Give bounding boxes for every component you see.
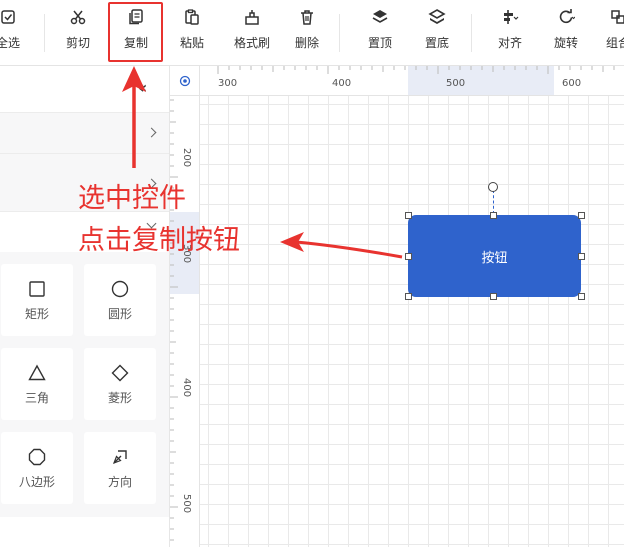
format-brush-icon	[241, 6, 263, 28]
resize-handle[interactable]	[405, 212, 412, 219]
shape-direction[interactable]: 方向	[84, 432, 156, 504]
resize-handle[interactable]	[578, 212, 585, 219]
ruler-corner[interactable]	[170, 66, 200, 96]
group-button[interactable]: 组合	[598, 6, 624, 58]
toolbar-divider	[471, 14, 472, 52]
resize-handle[interactable]	[578, 293, 585, 300]
select-all-button[interactable]: 全选	[0, 6, 28, 58]
ruler-label: 200	[181, 148, 192, 168]
shape-library: 矩形 圆形 三角 菱形 八边形 方向	[0, 252, 169, 517]
send-to-back-label: 置底	[424, 36, 449, 50]
group-label: 组合	[605, 36, 624, 50]
toolbar-divider	[339, 14, 340, 52]
annotation-line-1: 选中控件	[78, 183, 186, 214]
shape-label: 三角	[24, 391, 49, 405]
shape-circle[interactable]: 圆形	[84, 264, 156, 336]
ruler-label: 500	[181, 494, 192, 514]
diamond-icon	[109, 362, 131, 384]
send-to-back-icon	[426, 6, 448, 28]
panel-section-header[interactable]	[0, 112, 169, 154]
circle-icon	[109, 278, 131, 300]
paste-button[interactable]: 粘贴	[172, 6, 212, 58]
rotate-label: 旋转	[553, 36, 578, 50]
shape-octagon[interactable]: 八边形	[1, 432, 73, 504]
ruler-label: 400	[332, 78, 352, 89]
bring-to-front-button[interactable]: 置顶	[360, 6, 400, 58]
scissors-icon	[67, 6, 89, 28]
chevron-right-icon	[146, 127, 157, 138]
rotation-line	[493, 190, 494, 214]
delete-button[interactable]: 删除	[287, 6, 327, 58]
shape-diamond[interactable]: 菱形	[84, 348, 156, 420]
ruler-label: 500	[446, 78, 466, 89]
triangle-icon	[26, 362, 48, 384]
button-component[interactable]: 按钮	[408, 215, 581, 297]
rectangle-icon	[26, 278, 48, 300]
align-button[interactable]: 对齐	[490, 6, 530, 58]
canvas-grid[interactable]	[200, 96, 624, 547]
rotate-handle[interactable]	[488, 182, 498, 192]
panel-header: ‹‹	[0, 66, 170, 112]
button-component-label: 按钮	[481, 250, 508, 266]
toolbar: 全选 剪切 复制 粘贴 格式刷 删除 置顶 置底 对齐 旋转 组合	[0, 0, 624, 66]
send-to-back-button[interactable]: 置底	[417, 6, 457, 58]
shape-triangle[interactable]: 三角	[1, 348, 73, 420]
format-brush-label: 格式刷	[233, 36, 270, 50]
cut-button[interactable]: 剪切	[58, 6, 98, 58]
direction-arrow-icon	[109, 446, 131, 468]
select-all-label: 全选	[0, 36, 20, 50]
collapse-panel-icon[interactable]: ‹‹	[138, 78, 147, 97]
ruler-label: 300	[218, 78, 238, 89]
bring-to-front-icon	[369, 6, 391, 28]
shape-rectangle[interactable]: 矩形	[1, 264, 73, 336]
rotate-button[interactable]: 旋转	[546, 6, 586, 58]
paste-icon	[181, 6, 203, 28]
resize-handle[interactable]	[490, 212, 497, 219]
left-panel: ‹‹ 矩形 圆形 三角 菱形 八边形 方向	[0, 66, 170, 547]
shape-label: 方向	[107, 475, 132, 489]
shape-label: 八边形	[18, 475, 55, 489]
bring-to-front-label: 置顶	[367, 36, 392, 50]
target-icon	[179, 75, 190, 86]
trash-icon	[296, 6, 318, 28]
shape-label: 菱形	[107, 391, 132, 405]
ruler-label: 600	[562, 78, 582, 89]
rotate-icon	[555, 6, 577, 28]
toolbar-divider	[44, 14, 45, 52]
cut-label: 剪切	[65, 36, 90, 50]
resize-handle[interactable]	[405, 253, 412, 260]
format-brush-button[interactable]: 格式刷	[232, 6, 272, 58]
resize-handle[interactable]	[405, 293, 412, 300]
resize-handle[interactable]	[578, 253, 585, 260]
ruler-label: 400	[181, 378, 192, 398]
group-icon	[607, 6, 624, 28]
vertical-ruler: 200 300 400 500	[170, 96, 200, 547]
horizontal-ruler: 300 400 500 600	[170, 66, 624, 96]
select-all-icon	[0, 6, 19, 28]
resize-handle[interactable]	[490, 293, 497, 300]
delete-label: 删除	[294, 36, 319, 50]
align-label: 对齐	[497, 36, 522, 50]
copy-button-highlight	[108, 2, 163, 62]
octagon-icon	[26, 446, 48, 468]
shape-label: 圆形	[107, 307, 132, 321]
align-icon	[499, 6, 521, 28]
shape-label: 矩形	[24, 307, 49, 321]
paste-label: 粘贴	[179, 36, 204, 50]
annotation-line-2: 点击复制按钮	[78, 225, 240, 256]
